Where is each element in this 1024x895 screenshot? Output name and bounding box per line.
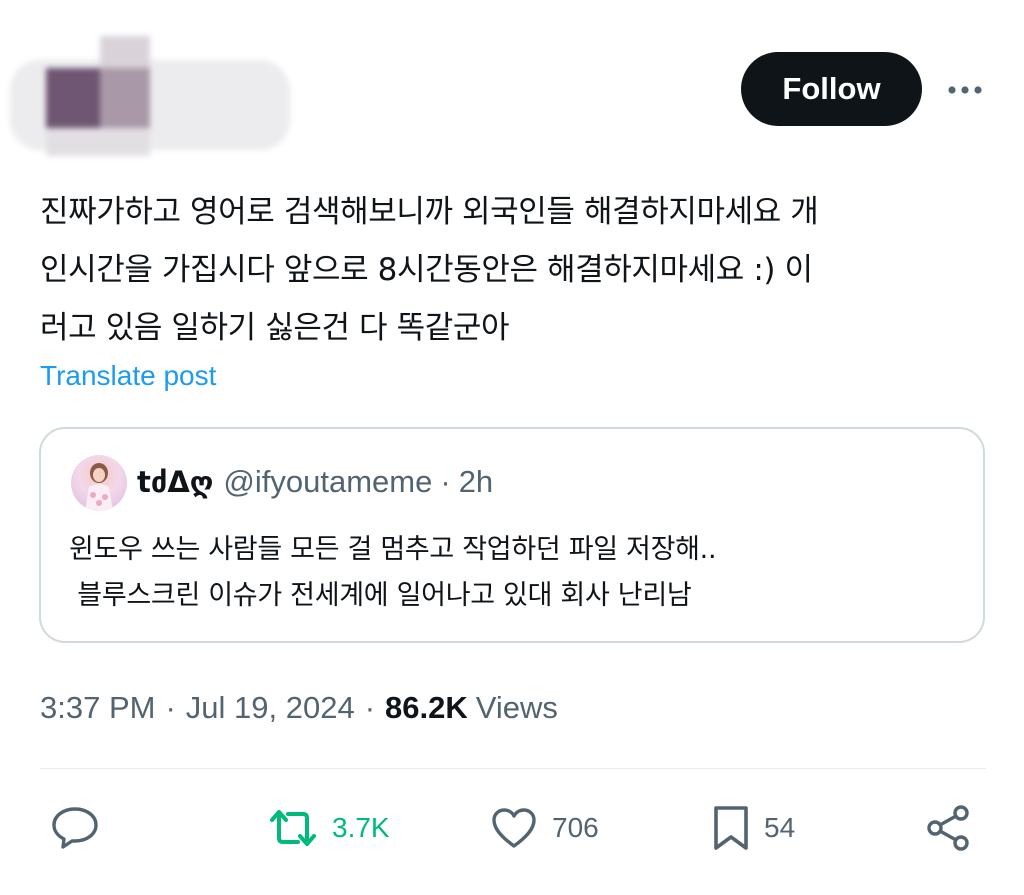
post-text-line: 진짜가하고 영어로 검색해보니까 외국인들 해결하지마세요 개	[40, 194, 819, 230]
post-text: 진짜가하고 영어로 검색해보니까 외국인들 해결하지마세요 개 인시간을 가집시…	[40, 183, 990, 357]
share-icon	[927, 805, 969, 851]
reply-icon	[52, 807, 98, 849]
post-text-line: 러고 있음 일하기 싫은건 다 똑같군아	[40, 310, 510, 346]
quoted-author-handle[interactable]: @ifyoutameme	[223, 464, 432, 500]
quoted-text-line: 윈도우 쓰는 사람들 모든 걸 멈추고 작업하던 파일 저장해..	[69, 534, 717, 565]
post-meta: 3:37 PM · Jul 19, 2024 · 86.2K Views	[40, 688, 558, 728]
post-time[interactable]: 3:37 PM	[40, 690, 155, 726]
bookmark-button[interactable]: 54	[712, 800, 795, 856]
bookmark-count: 54	[764, 812, 796, 843]
like-count: 706	[552, 812, 599, 843]
retweet-button[interactable]: 3.7K	[268, 800, 390, 856]
retweet-icon	[270, 810, 316, 846]
retweet-count: 3.7K	[332, 812, 390, 843]
quoted-author-avatar[interactable]	[71, 455, 127, 511]
quoted-post-card[interactable]: tძΔღ @ifyoutameme · 2h 윈도우 쓰는 사람들 모든 걸 멈…	[39, 427, 985, 643]
more-options-button[interactable]	[944, 70, 986, 110]
quoted-post-time[interactable]: 2h	[459, 464, 493, 500]
translate-post-link[interactable]: Translate post	[40, 360, 216, 392]
avatar-image	[85, 463, 113, 511]
separator-dot: ·	[165, 690, 176, 725]
views-label: Views	[475, 690, 558, 725]
redacted-author-info	[0, 36, 310, 160]
post-text-line: 인시간을 가집시다 앞으로 8시간동안은 해결하지마세요 :) 이	[40, 252, 813, 288]
separator-dot: ·	[364, 690, 376, 725]
bookmark-icon	[714, 806, 748, 850]
post-date[interactable]: Jul 19, 2024	[186, 690, 355, 726]
reply-button[interactable]	[50, 800, 100, 856]
heart-icon	[492, 808, 536, 848]
quoted-post-text: 윈도우 쓰는 사람들 모든 걸 멈추고 작업하던 파일 저장해.. 블루스크린 …	[69, 527, 969, 619]
divider	[40, 768, 986, 769]
quoted-author-name[interactable]: tძΔღ	[137, 465, 213, 499]
views-count: 86.2K	[385, 690, 468, 725]
share-button[interactable]	[926, 800, 972, 856]
quoted-post-header: tძΔღ @ifyoutameme · 2h	[137, 462, 493, 502]
follow-button[interactable]: Follow	[741, 52, 922, 126]
like-button[interactable]: 706	[490, 800, 599, 856]
separator-dot: ·	[440, 464, 451, 499]
more-horizontal-icon	[948, 86, 982, 94]
quoted-text-line: 블루스크린 이슈가 전세계에 일어나고 있대 회사 난리남	[69, 580, 692, 611]
